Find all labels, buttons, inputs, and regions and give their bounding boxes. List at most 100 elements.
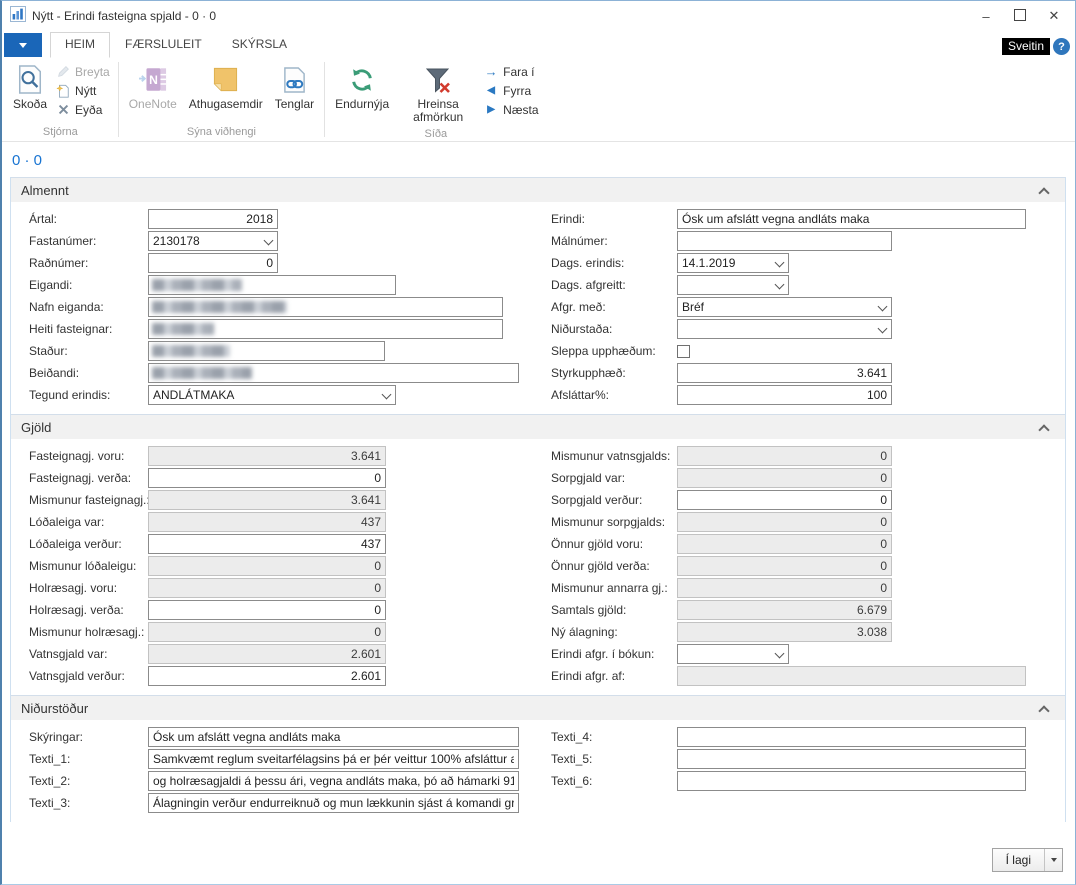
collapse-icon[interactable]: [1038, 705, 1049, 716]
minimize-icon: –: [982, 9, 989, 24]
nidurstodur-section-header[interactable]: Niðurstöður: [11, 695, 1065, 720]
texti-1-input[interactable]: [148, 749, 519, 769]
afslattarpct-label: Afsláttar%:: [551, 388, 677, 402]
minimize-button[interactable]: –: [969, 1, 1003, 31]
field-row: Niðurstaða:: [541, 318, 1065, 340]
dags-erindis-input[interactable]: [677, 253, 789, 273]
field-row: Afsláttar%:: [541, 384, 1065, 406]
ribbon-group-label: Stjórna: [7, 125, 114, 141]
fasteignagj-verda-input[interactable]: [148, 468, 386, 488]
field-row: Afgr. með:: [541, 296, 1065, 318]
ny-alagning-label: Ný álagning:: [551, 625, 677, 639]
vatnsgjald-verdur-input[interactable]: [148, 666, 386, 686]
erindi-afgr-i-bokun-combo[interactable]: [677, 644, 789, 664]
collapse-icon[interactable]: [1038, 424, 1049, 435]
radnumer-input[interactable]: [148, 253, 278, 273]
dags-afgreitt-input[interactable]: [677, 275, 789, 295]
athugasemdir-button[interactable]: Athugasemdir: [183, 60, 269, 114]
texti-3-label: Texti_3:: [29, 796, 148, 810]
close-button[interactable]: ✕: [1037, 1, 1071, 31]
eyda-label: Eyða: [75, 104, 102, 117]
malnumer-input[interactable]: [677, 231, 892, 251]
tab-skyrsla[interactable]: SKÝRSLA: [217, 32, 302, 58]
endurnyja-button[interactable]: Endurnýja: [329, 60, 395, 114]
dags-erindis-combo[interactable]: [677, 253, 789, 273]
texti-2-input[interactable]: [148, 771, 519, 791]
field-row: Sleppa upphæðum:: [541, 340, 1065, 362]
tab-faersluleit[interactable]: FÆRSLULEIT: [110, 32, 217, 58]
lodaleiga-verdur-input[interactable]: [148, 534, 386, 554]
maximize-button[interactable]: [1003, 1, 1037, 31]
tegund-erindis-combo[interactable]: [148, 385, 396, 405]
fara-i-button[interactable]: →Fara í: [483, 64, 538, 79]
fara-i-label: Fara í: [503, 66, 534, 79]
sorpgjald-verdur-input[interactable]: [677, 490, 892, 510]
skoda-button[interactable]: Skoða: [7, 60, 53, 114]
dags-afgreitt-combo[interactable]: [677, 275, 789, 295]
next-icon: ▶: [483, 102, 499, 117]
tenglar-button[interactable]: Tenglar: [269, 60, 320, 114]
onnur-gjold-voru-label: Önnur gjöld voru:: [551, 537, 677, 551]
window-title: Nýtt - Erindi fasteigna spjald - 0 · 0: [32, 9, 216, 23]
holraesagj-voru-label: Holræsagj. voru:: [29, 581, 148, 595]
tegund-erindis-input[interactable]: [148, 385, 396, 405]
clear-filter-icon: [424, 63, 452, 96]
almennt-section-header[interactable]: Almennt: [11, 177, 1065, 202]
field-row: Mismunur lóðaleigu:: [11, 555, 541, 577]
gjold-section-header[interactable]: Gjöld: [11, 414, 1065, 439]
naesta-button[interactable]: ▶Næsta: [483, 102, 538, 117]
artal-input[interactable]: [148, 209, 278, 229]
tegund-erindis-label: Tegund erindis:: [29, 388, 148, 402]
help-icon[interactable]: ?: [1053, 38, 1070, 55]
fastanumer-combo[interactable]: [148, 231, 278, 251]
samtals-gjold-input: [677, 600, 892, 620]
section-almennt: AlmenntÁrtal:Fastanúmer:Raðnúmer:Eigandi…: [11, 177, 1065, 414]
field-row: Mismunur annarra gj.:: [541, 577, 1065, 599]
beidandi-label: Beiðandi:: [29, 366, 148, 380]
redacted-value: [152, 279, 242, 291]
field-row: Beiðandi:: [11, 362, 541, 384]
fyrra-button[interactable]: ◀Fyrra: [483, 83, 538, 98]
field-row: Texti_5:: [541, 748, 1065, 770]
texti-3-input[interactable]: [148, 793, 519, 813]
field-row: Nafn eiganda:: [11, 296, 541, 318]
sleppa-upphaedum-checkbox[interactable]: [677, 345, 690, 358]
mismunur-sorpgjalds-label: Mismunur sorpgjalds:: [551, 515, 677, 529]
afslattarpct-input[interactable]: [677, 385, 892, 405]
fyrra-label: Fyrra: [503, 85, 531, 98]
nidurstada-input[interactable]: [677, 319, 892, 339]
close-icon: ✕: [1049, 8, 1060, 24]
eyda-button[interactable]: Eyða: [55, 102, 110, 117]
field-row: Texti_4:: [541, 726, 1065, 748]
hreinsa-afmorkun-button[interactable]: Hreinsa afmörkun: [395, 60, 481, 127]
holraesagj-verda-input[interactable]: [148, 600, 386, 620]
nidurstada-combo[interactable]: [677, 319, 892, 339]
erindi-afgr-i-bokun-input[interactable]: [677, 644, 789, 664]
samtals-gjold-label: Samtals gjöld:: [551, 603, 677, 617]
field-row: Holræsagj. verða:: [11, 599, 541, 621]
sleppa-upphaedum-label: Sleppa upphæðum:: [551, 344, 677, 358]
tab-strip: HEIMFÆRSLULEITSKÝRSLA Sveitin ?: [2, 31, 1075, 58]
ok-dropdown[interactable]: [1044, 849, 1062, 871]
styrkupphaed-input[interactable]: [677, 363, 892, 383]
mismunur-holraesagj-label: Mismunur holræsagj.:: [29, 625, 148, 639]
ny-alagning-input: [677, 622, 892, 642]
erindi-input[interactable]: [677, 209, 1026, 229]
collapse-icon[interactable]: [1038, 187, 1049, 198]
app-menu-button[interactable]: [4, 33, 42, 57]
skoda-label: Skoða: [13, 98, 47, 111]
fastanumer-input[interactable]: [148, 231, 278, 251]
ok-button[interactable]: Í lagi: [993, 849, 1044, 871]
nytt-button[interactable]: Nýtt: [55, 83, 110, 98]
afgr-med-input[interactable]: [677, 297, 892, 317]
texti-5-input[interactable]: [677, 749, 1026, 769]
section-gjold: GjöldFasteignagj. voru:Fasteignagj. verð…: [11, 414, 1065, 695]
ok-split-button[interactable]: Í lagi: [992, 848, 1063, 872]
lodaleiga-verdur-label: Lóðaleiga verður:: [29, 537, 148, 551]
texti-4-input[interactable]: [677, 727, 1026, 747]
mismunur-annarra-gj-input: [677, 578, 892, 598]
texti-6-input[interactable]: [677, 771, 1026, 791]
skyringar-input[interactable]: [148, 727, 519, 747]
tab-heim[interactable]: HEIM: [50, 32, 110, 58]
afgr-med-combo[interactable]: [677, 297, 892, 317]
